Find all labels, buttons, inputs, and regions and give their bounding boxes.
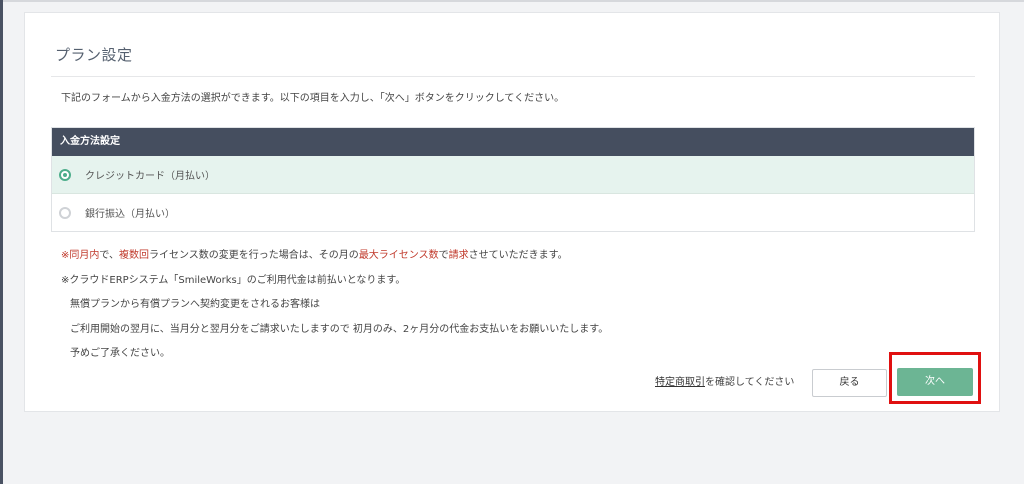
- radio-unselected-icon[interactable]: [59, 206, 71, 219]
- top-border: [0, 0, 1024, 2]
- radio-selected-icon[interactable]: [59, 168, 71, 181]
- payment-option-credit-card[interactable]: クレジットカード（月払い）: [52, 156, 974, 194]
- payment-method-header: 入金方法設定: [52, 128, 974, 156]
- plan-settings-card: プラン設定 下記のフォームから入金方法の選択ができます。以下の項目を入力し、「次…: [24, 12, 1000, 412]
- commerce-law-link[interactable]: 特定商取引: [655, 377, 705, 388]
- page-title: プラン設定: [55, 46, 133, 64]
- commerce-law-suffix: を確認してください: [705, 377, 795, 388]
- payment-method-table: 入金方法設定 クレジットカード（月払い） 銀行振込（月払い）: [51, 127, 975, 232]
- license-note: ※同月内で、複数回ライセンス数の変更を行った場合は、その月の最大ライセンス数で請…: [61, 250, 568, 261]
- commerce-law-notice: 特定商取引を確認してください: [655, 373, 794, 388]
- payment-option-label: 銀行振込（月払い）: [85, 209, 175, 220]
- notes: ※同月内で、複数回ライセンス数の変更を行った場合は、その月の最大ライセンス数で請…: [61, 249, 608, 372]
- next-button[interactable]: 次へ: [897, 368, 973, 396]
- title-divider: [51, 76, 975, 77]
- back-button[interactable]: 戻る: [812, 369, 887, 397]
- payment-option-bank-transfer[interactable]: 銀行振込（月払い）: [52, 194, 974, 231]
- prepayment-note: ※クラウドERPシステム「SmileWorks」のご利用代金は前払いとなります。: [61, 274, 406, 286]
- plan-change-note: 無償プランから有償プランへ契約変更をされるお客様は: [70, 299, 320, 310]
- payment-option-label: クレジットカード（月払い）: [85, 171, 215, 182]
- left-border: [0, 0, 3, 484]
- intro-text: 下記のフォームから入金方法の選択ができます。以下の項目を入力し、「次へ」ボタンを…: [61, 93, 565, 104]
- acknowledgement-note: 予めご了承ください。: [70, 348, 170, 359]
- billing-note: ご利用開始の翌月に、当月分と翌月分をご請求いたしますので 初月のみ、2ヶ月分の代…: [70, 323, 609, 335]
